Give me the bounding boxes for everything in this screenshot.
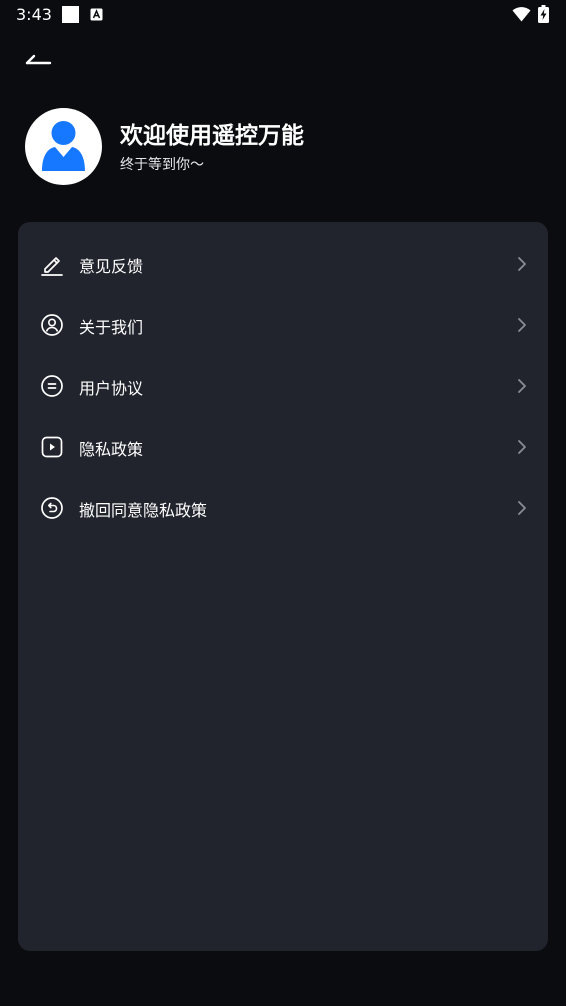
welcome-title: 欢迎使用遥控万能 bbox=[120, 123, 304, 149]
menu-item-feedback[interactable]: 意见反馈 bbox=[18, 236, 548, 292]
user-avatar-icon bbox=[42, 121, 85, 171]
chevron-right-icon bbox=[518, 501, 526, 515]
pencil-icon bbox=[41, 257, 63, 276]
menu-item-about-us[interactable]: 关于我们 bbox=[18, 297, 548, 353]
menu-item-privacy-policy[interactable]: 隐私政策 bbox=[18, 419, 548, 475]
play-square-icon bbox=[41, 436, 63, 458]
status-bar: 3:43 bbox=[0, 0, 566, 30]
chevron-right-icon bbox=[518, 379, 526, 393]
back-arrow-icon bbox=[25, 54, 52, 65]
menu-item-label: 用户协议 bbox=[79, 379, 144, 398]
agreement-icon bbox=[41, 375, 63, 397]
wifi-icon bbox=[512, 7, 531, 22]
undo-circle-icon bbox=[41, 497, 63, 519]
white-square-icon bbox=[62, 6, 79, 23]
status-time: 3:43 bbox=[16, 5, 52, 24]
battery-charging-icon bbox=[538, 5, 549, 23]
avatar[interactable] bbox=[25, 108, 102, 185]
menu-card: 意见反馈 关于我们 用户协议 隐私政策 撤回同意隐私政策 bbox=[18, 222, 548, 951]
menu-item-label: 隐私政策 bbox=[79, 440, 144, 459]
a-notification-icon bbox=[90, 8, 103, 21]
chevron-right-icon bbox=[518, 318, 526, 332]
user-circle-icon bbox=[41, 314, 63, 336]
menu-item-withdraw-consent[interactable]: 撤回同意隐私政策 bbox=[18, 480, 548, 536]
chevron-right-icon bbox=[518, 440, 526, 454]
chevron-right-icon bbox=[518, 257, 526, 271]
menu-item-label: 意见反馈 bbox=[79, 257, 144, 276]
welcome-subtitle: 终于等到你～ bbox=[120, 157, 204, 173]
menu-item-label: 撤回同意隐私政策 bbox=[79, 501, 208, 520]
back-button[interactable] bbox=[22, 46, 54, 70]
menu-item-user-agreement[interactable]: 用户协议 bbox=[18, 358, 548, 414]
menu-item-label: 关于我们 bbox=[79, 318, 144, 337]
